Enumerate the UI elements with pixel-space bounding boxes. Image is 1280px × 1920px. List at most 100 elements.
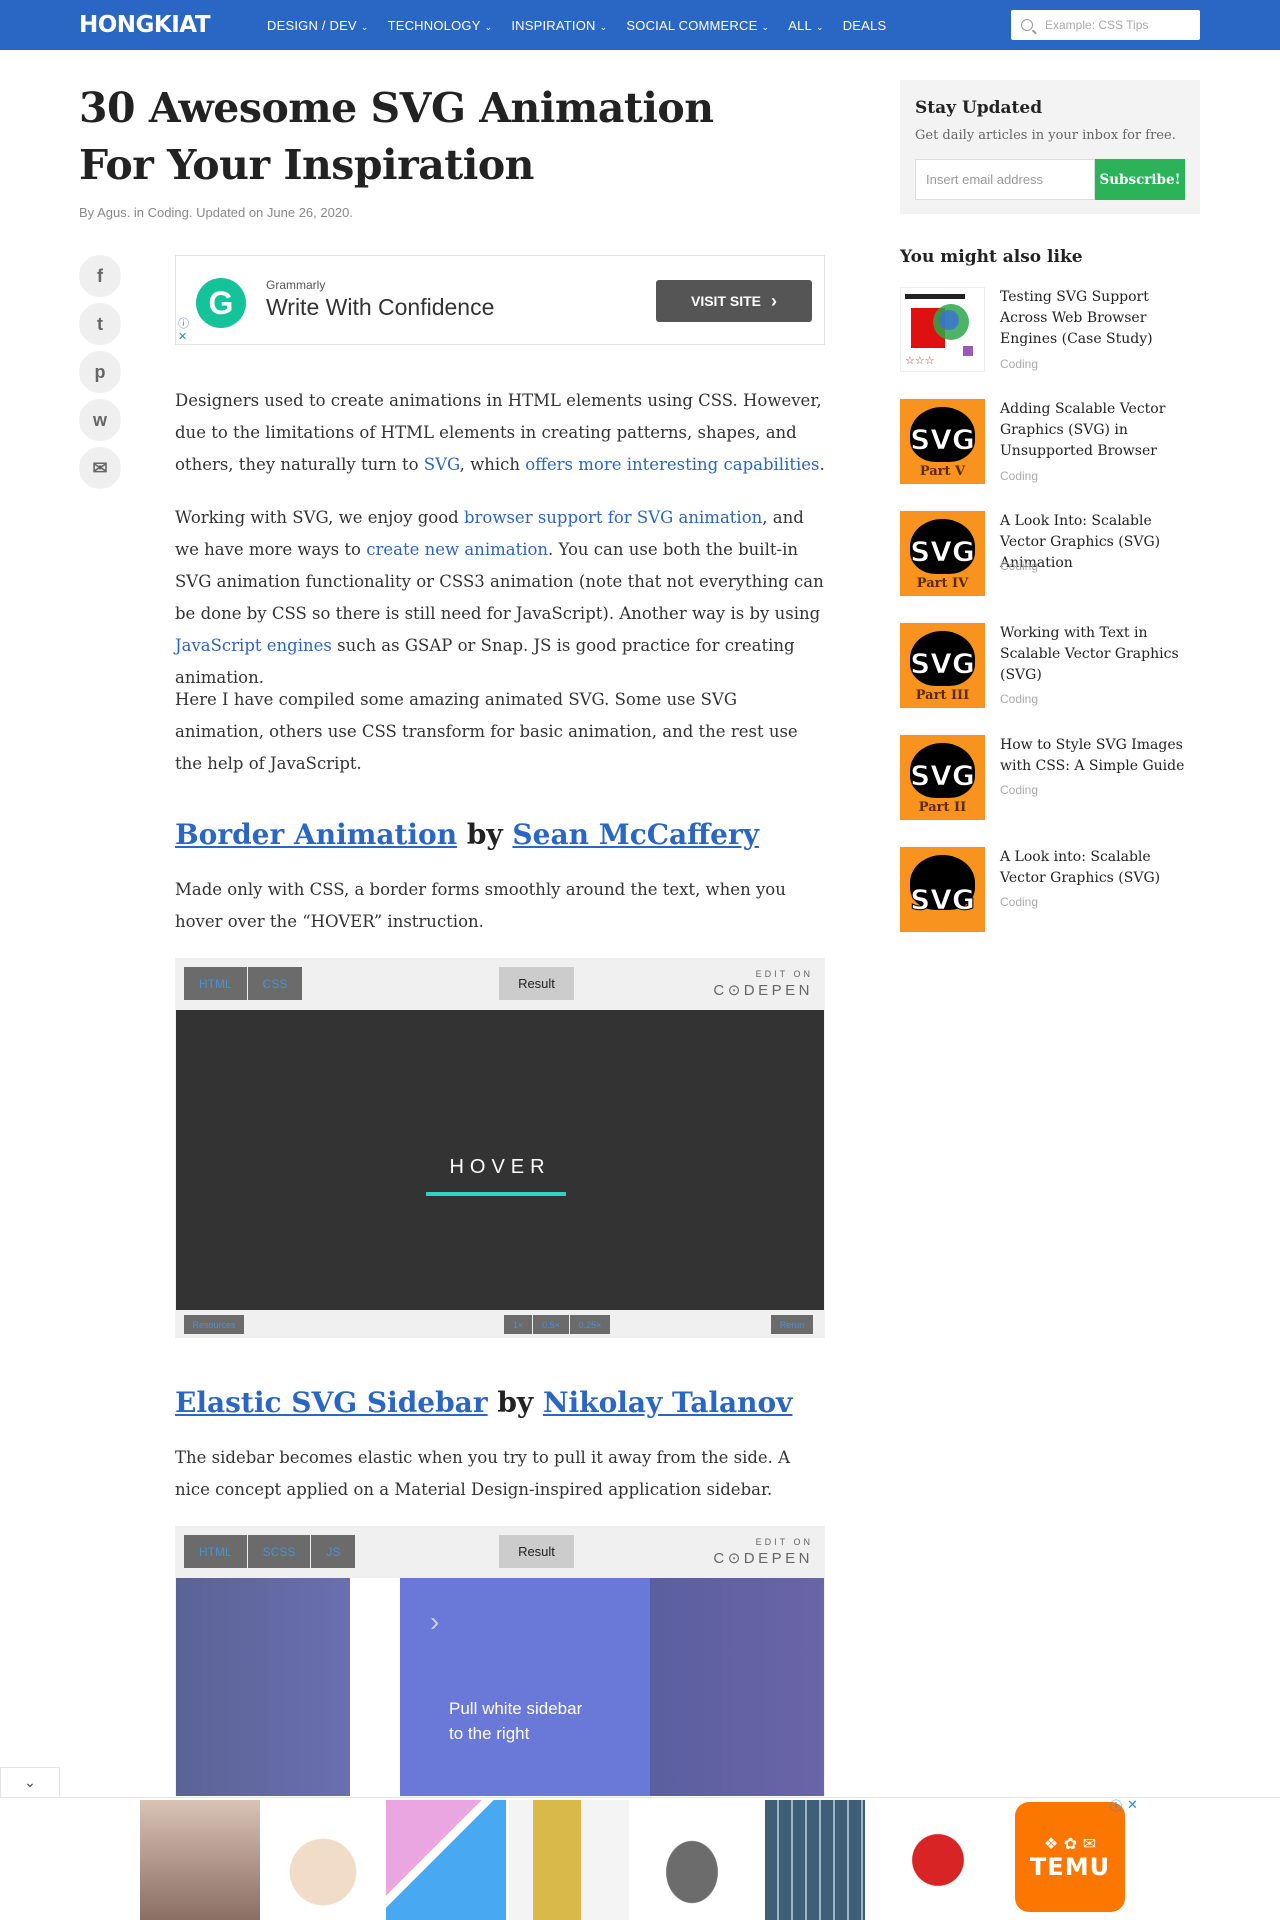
related-title[interactable]: How to Style SVG Images with CSS: A Simp…: [1000, 735, 1200, 777]
related-category[interactable]: Coding: [1000, 895, 1038, 909]
collapse-ad-button[interactable]: ⌄: [0, 1767, 60, 1797]
grammarly-logo-icon: G: [196, 278, 246, 328]
svg-logo-icon[interactable]: SVG Part II: [900, 735, 985, 820]
product-tile-shoes[interactable]: [632, 1800, 752, 1920]
tab-html[interactable]: HTML: [184, 1535, 247, 1568]
main-nav: DESIGN / DEV ⌄ TECHNOLOGY ⌄ INSPIRATION ⌄ S…: [267, 0, 905, 50]
related-title[interactable]: Working with Text in Scalable Vector Gra…: [1000, 623, 1200, 686]
ad-brand: Grammarly: [266, 278, 326, 292]
speed-half-button[interactable]: 0.5×: [533, 1315, 569, 1334]
right-panel: [650, 1578, 824, 1796]
related-title[interactable]: Adding Scalable Vector Graphics (SVG) in…: [1000, 399, 1200, 462]
related-thumbnail[interactable]: ☆☆☆: [900, 287, 985, 372]
nav-item-social-commerce[interactable]: SOCIAL COMMERCE ⌄: [626, 18, 769, 33]
browser-support-link[interactable]: browser support for SVG animation: [464, 508, 762, 527]
codepen-result-stage[interactable]: › Pull white sidebar to the right: [176, 1578, 824, 1796]
product-tile-charger[interactable]: [878, 1800, 998, 1920]
product-tile-tiles[interactable]: [765, 1800, 865, 1920]
temu-shapes-icon: ❖ ✿ ✉: [1043, 1833, 1097, 1853]
tab-html[interactable]: HTML: [184, 967, 247, 1000]
edit-on-codepen-link[interactable]: EDIT ON C⊙DEPEN: [713, 969, 813, 999]
site-logo[interactable]: HONGKIAT: [79, 12, 211, 38]
hover-text[interactable]: HOVER: [176, 1156, 824, 1179]
related-item[interactable]: SVG Part IV A Look Into: Scalable Vector …: [900, 511, 1200, 599]
info-icon[interactable]: ⓘ: [1110, 1797, 1122, 1814]
author-link[interactable]: Nikolay Talanov: [543, 1386, 792, 1419]
visit-site-button[interactable]: VISIT SITE ›: [656, 280, 812, 322]
info-icon[interactable]: ⓘ: [178, 318, 189, 331]
related-item[interactable]: SVG Part III Working with Text in Scalabl…: [900, 623, 1200, 711]
pen-title-link[interactable]: Elastic SVG Sidebar: [175, 1386, 488, 1419]
intro-paragraph-3: Here I have compiled some amazing animat…: [175, 690, 798, 773]
search-box: [1011, 10, 1200, 40]
related-category[interactable]: Coding: [1000, 357, 1038, 371]
product-tile-bras[interactable]: [386, 1800, 506, 1920]
grammarly-ad[interactable]: G Grammarly Write With Confidence VISIT …: [175, 255, 825, 345]
author-link[interactable]: Sean McCaffery: [512, 818, 759, 851]
tab-scss[interactable]: SCSS: [247, 1535, 311, 1568]
email-icon[interactable]: ✉: [79, 447, 121, 489]
svg-link[interactable]: SVG: [424, 455, 460, 474]
related-category[interactable]: Coding: [1000, 469, 1038, 483]
codepen-result-stage[interactable]: HOVER: [176, 1010, 824, 1310]
resources-button[interactable]: Resources: [184, 1315, 244, 1334]
create-animation-link[interactable]: create new animation: [366, 540, 548, 559]
ad-choices[interactable]: ⓘ ✕: [178, 318, 189, 344]
pull-instruction-text: Pull white sidebar to the right: [449, 1699, 583, 1743]
product-tile-gold-leggings[interactable]: [509, 1800, 629, 1920]
section-description: Made only with CSS, a border forms smoot…: [175, 880, 786, 931]
intro-paragraph-1: Designers used to create animations in H…: [175, 391, 825, 474]
section-heading-border-animation: Border Animation by Sean McCaffery: [175, 818, 759, 851]
svg-logo-icon[interactable]: SVG Part III: [900, 623, 985, 708]
facebook-icon[interactable]: f: [79, 255, 121, 297]
svg-logo-icon[interactable]: SVG Part V: [900, 399, 985, 484]
svg-logo-icon[interactable]: SVG Part IV: [900, 511, 985, 596]
subscribe-button[interactable]: Subscribe!: [1095, 159, 1185, 200]
whatsapp-icon[interactable]: w: [79, 399, 121, 441]
nav-item-deals[interactable]: DEALS: [843, 18, 887, 33]
related-item[interactable]: SVG Part II How to Style SVG Images with …: [900, 735, 1200, 823]
product-tile-insoles[interactable]: [263, 1800, 383, 1920]
related-category[interactable]: Coding: [1000, 692, 1038, 706]
capabilities-link[interactable]: offers more interesting capabilities: [525, 455, 819, 474]
chevron-down-icon: ⌄: [599, 21, 608, 32]
ad-headline: Write With Confidence: [266, 294, 495, 320]
related-item[interactable]: ☆☆☆ Testing SVG Support Across Web Brows…: [900, 287, 1200, 375]
speed-quarter-button[interactable]: 0.25×: [570, 1315, 610, 1334]
section-heading-elastic-sidebar: Elastic SVG Sidebar by Nikolay Talanov: [175, 1386, 793, 1419]
close-icon[interactable]: ✕: [1127, 1797, 1138, 1813]
product-tile-leggings[interactable]: [140, 1800, 260, 1920]
tab-result[interactable]: Result: [499, 967, 574, 1000]
pen-title-link[interactable]: Border Animation: [175, 818, 457, 851]
chevron-down-icon: ⌄: [815, 21, 824, 32]
codepen-embed-elastic-sidebar: HTML SCSS JS Result EDIT ON C⊙DEPEN › Pu…: [175, 1526, 825, 1796]
pinterest-icon[interactable]: p: [79, 351, 121, 393]
related-title[interactable]: A Look into: Scalable Vector Graphics (S…: [1000, 847, 1200, 889]
speed-1x-button[interactable]: 1×: [504, 1315, 532, 1334]
article-byline: By Agus. in Coding. Updated on June 26, …: [79, 205, 353, 220]
search-input[interactable]: [1045, 18, 1195, 32]
tab-result[interactable]: Result: [499, 1535, 574, 1568]
related-item[interactable]: SVG A Look into: Scalable Vector Graphic…: [900, 847, 1200, 935]
related-category[interactable]: Coding: [1000, 559, 1038, 573]
rerun-button[interactable]: Rerun: [771, 1315, 813, 1334]
related-item[interactable]: SVG Part V Adding Scalable Vector Graphic…: [900, 399, 1200, 487]
codepen-footer: Resources 1× 0.5× 0.25× Rerun: [175, 1310, 825, 1338]
tab-js[interactable]: JS: [311, 1535, 356, 1568]
nav-item-inspiration[interactable]: INSPIRATION ⌄: [511, 18, 607, 33]
email-field[interactable]: [915, 159, 1095, 200]
nav-item-design-dev[interactable]: DESIGN / DEV ⌄: [267, 18, 369, 33]
elastic-sidebar-left[interactable]: [176, 1578, 350, 1796]
nav-item-all[interactable]: ALL ⌄: [788, 18, 823, 33]
related-category[interactable]: Coding: [1000, 783, 1038, 797]
related-title[interactable]: Testing SVG Support Across Web Browser E…: [1000, 287, 1200, 350]
twitter-icon[interactable]: t: [79, 303, 121, 345]
chevron-right-icon[interactable]: ›: [430, 1606, 439, 1638]
edit-on-codepen-link[interactable]: EDIT ON C⊙DEPEN: [713, 1537, 813, 1567]
nav-item-technology[interactable]: TECHNOLOGY ⌄: [388, 18, 493, 33]
tab-css[interactable]: CSS: [247, 967, 303, 1000]
svg-logo-icon[interactable]: SVG: [900, 847, 985, 932]
javascript-engines-link[interactable]: JavaScript engines: [175, 636, 332, 655]
close-icon[interactable]: ✕: [178, 331, 189, 344]
temu-logo[interactable]: ❖ ✿ ✉ TEMU: [1015, 1802, 1125, 1912]
